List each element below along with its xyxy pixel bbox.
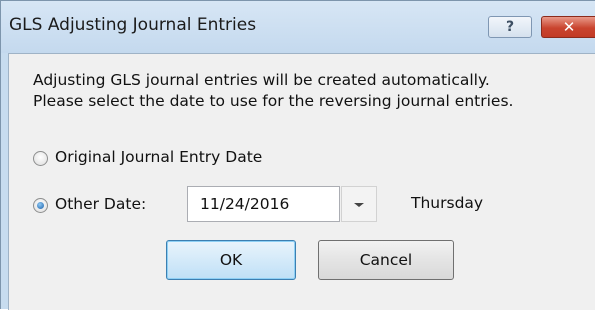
close-icon: ✕ (562, 18, 576, 36)
date-input[interactable]: 11/24/2016 (187, 186, 340, 222)
dialog-body: Adjusting GLS journal entries will be cr… (8, 53, 595, 310)
weekday-label: Thursday (411, 194, 484, 212)
help-icon: ? (505, 19, 515, 35)
dialog-window: GLS Adjusting Journal Entries ? ✕ Adjust… (0, 0, 595, 310)
title-bar[interactable]: GLS Adjusting Journal Entries ? ✕ (1, 1, 595, 53)
close-button[interactable]: ✕ (541, 16, 595, 38)
other-date-radio[interactable] (33, 198, 48, 213)
ok-button[interactable]: OK (166, 240, 296, 280)
help-button[interactable]: ? (488, 16, 532, 38)
other-date-label[interactable]: Other Date: (55, 195, 146, 213)
original-date-label[interactable]: Original Journal Entry Date (55, 148, 262, 166)
original-date-radio[interactable] (33, 151, 48, 166)
message-line-1: Adjusting GLS journal entries will be cr… (33, 71, 490, 89)
window-title: GLS Adjusting Journal Entries (9, 15, 257, 35)
cancel-button[interactable]: Cancel (318, 240, 454, 280)
chevron-down-icon (354, 203, 364, 207)
date-dropdown-button[interactable] (341, 186, 377, 222)
message-line-2: Please select the date to use for the re… (33, 92, 514, 110)
